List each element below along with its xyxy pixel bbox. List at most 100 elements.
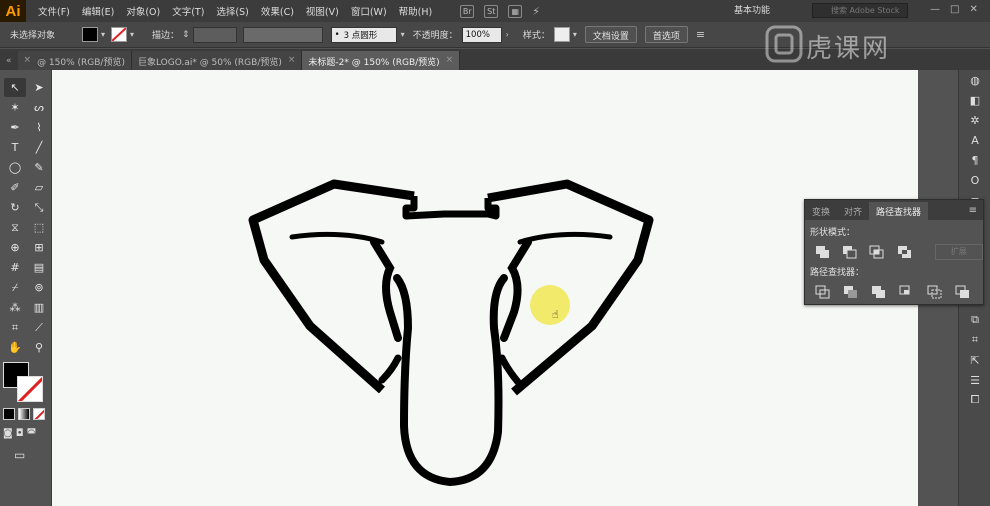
exclude-icon[interactable]: [895, 243, 914, 260]
screen-mode-icon[interactable]: ▭: [14, 448, 25, 462]
menu-object[interactable]: 对象(O): [126, 4, 160, 18]
tab-transform[interactable]: 变换: [805, 202, 837, 220]
paragraph-panel-icon[interactable]: ¶: [959, 150, 990, 170]
chevron-down-icon[interactable]: ▾: [130, 30, 134, 39]
curvature-tool-icon[interactable]: ⌇: [28, 118, 50, 137]
zoom-tool-icon[interactable]: ⚲: [28, 338, 50, 357]
scale-tool-icon[interactable]: ⤡: [28, 198, 50, 217]
eraser-tool-icon[interactable]: ▱: [28, 178, 50, 197]
menu-select[interactable]: 选择(S): [216, 4, 248, 18]
opacity-field[interactable]: 100%: [461, 26, 502, 43]
tab-close-icon[interactable]: ×: [24, 55, 32, 70]
swatches-panel-icon[interactable]: ◧: [959, 90, 990, 110]
color-mode-icon[interactable]: [3, 408, 15, 420]
close-icon[interactable]: ✕: [969, 4, 977, 15]
crop-icon[interactable]: [897, 283, 917, 300]
none-mode-icon[interactable]: [33, 408, 45, 420]
slice-tool-icon[interactable]: ⟋: [28, 318, 50, 337]
panel-menu-icon[interactable]: ≡: [969, 205, 977, 216]
menu-view[interactable]: 视图(V): [306, 4, 339, 18]
minus-back-icon[interactable]: [953, 283, 973, 300]
tab-document-1[interactable]: × @ 150% (RGB/预览): [17, 51, 132, 70]
intersect-icon[interactable]: [868, 243, 887, 260]
tab-document-3[interactable]: 未标题-2* @ 150% (RGB/预览) ×: [302, 51, 461, 70]
collapse-panels-icon[interactable]: «: [0, 56, 18, 70]
menu-effect[interactable]: 效果(C): [261, 4, 294, 18]
expand-button[interactable]: 扩展: [934, 243, 983, 260]
tab-close-icon[interactable]: ×: [446, 55, 454, 70]
document-setup-button[interactable]: 文档设置: [584, 26, 637, 43]
draw-normal-icon[interactable]: ◙: [3, 428, 13, 439]
stroke-weight-field[interactable]: [192, 26, 237, 43]
outline-icon[interactable]: [925, 283, 945, 300]
width-tool-icon[interactable]: ⧖: [4, 218, 26, 237]
draw-behind-icon[interactable]: ◘: [16, 428, 24, 439]
hand-tool-icon[interactable]: ✋: [4, 338, 26, 357]
free-transform-tool-icon[interactable]: ⬚: [28, 218, 50, 237]
fill-stroke-widget[interactable]: [3, 362, 47, 404]
artboards-panel-icon[interactable]: ⧠: [959, 390, 990, 410]
artboard-canvas[interactable]: [52, 70, 918, 506]
perspective-grid-tool-icon[interactable]: ⊞: [28, 238, 50, 257]
minimize-icon[interactable]: —: [930, 4, 940, 15]
bridge-icon[interactable]: Br: [460, 4, 475, 18]
tab-close-icon[interactable]: ×: [288, 55, 296, 70]
column-graph-tool-icon[interactable]: ▥: [28, 298, 50, 317]
rotate-tool-icon[interactable]: ↻: [4, 198, 26, 217]
elephant-logo-artwork[interactable]: [52, 70, 918, 506]
stroke-color-box[interactable]: [17, 376, 43, 402]
tab-align[interactable]: 对齐: [837, 202, 869, 220]
lasso-tool-icon[interactable]: ᔕ: [28, 98, 50, 117]
tab-pathfinder[interactable]: 路径查找器: [869, 202, 929, 220]
magic-wand-tool-icon[interactable]: ✶: [4, 98, 26, 117]
draw-inside-icon[interactable]: ◚: [27, 428, 37, 439]
selection-tool-icon[interactable]: ↖: [4, 78, 26, 97]
pathfinder-panel-icon[interactable]: ⧉: [959, 310, 990, 330]
stroke-weight-stepper-icon[interactable]: ⇕: [182, 30, 190, 40]
stock-search-input[interactable]: 搜索 Adobe Stock: [812, 3, 908, 18]
shaper-tool-icon[interactable]: ✐: [4, 178, 26, 197]
type-tool-icon[interactable]: T: [4, 138, 26, 157]
chevron-down-icon[interactable]: ▾: [401, 30, 405, 39]
chevron-right-icon[interactable]: ›: [506, 30, 509, 39]
trim-icon[interactable]: [841, 283, 861, 300]
artboard-tool-icon[interactable]: ⌗: [4, 318, 26, 337]
unite-icon[interactable]: [813, 243, 832, 260]
menu-help[interactable]: 帮助(H): [399, 4, 433, 18]
menu-window[interactable]: 窗口(W): [351, 4, 387, 18]
symbols-panel-icon[interactable]: ✲: [959, 110, 990, 130]
gradient-mode-icon[interactable]: [18, 408, 30, 420]
symbol-sprayer-tool-icon[interactable]: ⁂: [4, 298, 26, 317]
export-panel-icon[interactable]: ⇱: [959, 350, 990, 370]
stroke-swatch[interactable]: [111, 27, 128, 42]
pen-tool-icon[interactable]: ✒: [4, 118, 26, 137]
mesh-tool-icon[interactable]: #: [4, 258, 26, 277]
stock-icon[interactable]: St: [484, 4, 499, 18]
arrange-documents-icon[interactable]: ▦: [508, 4, 523, 18]
workspace-switcher[interactable]: 基本功能: [734, 3, 770, 16]
color-panel-icon[interactable]: ◍: [959, 70, 990, 90]
align-icon[interactable]: ≡: [696, 28, 705, 41]
minus-front-icon[interactable]: [840, 243, 859, 260]
maximize-icon[interactable]: □: [950, 4, 959, 15]
line-tool-icon[interactable]: ╱: [28, 138, 50, 157]
preferences-button[interactable]: 首选项: [644, 26, 688, 43]
layers-panel-icon[interactable]: ☰: [959, 370, 990, 390]
menu-type[interactable]: 文字(T): [172, 4, 204, 18]
fill-swatch[interactable]: [82, 27, 98, 42]
chevron-down-icon[interactable]: ▾: [101, 30, 105, 39]
brush-definition-field[interactable]: • 3 点圆形: [330, 26, 397, 43]
character-panel-icon[interactable]: A: [959, 130, 990, 150]
direct-selection-tool-icon[interactable]: ➤: [28, 78, 50, 97]
graphic-style-swatch[interactable]: [553, 27, 570, 42]
variable-width-field[interactable]: [242, 26, 323, 43]
shape-builder-tool-icon[interactable]: ⊕: [4, 238, 26, 257]
merge-icon[interactable]: [869, 283, 889, 300]
menu-file[interactable]: 文件(F): [38, 4, 70, 18]
paintbrush-tool-icon[interactable]: ✎: [28, 158, 50, 177]
gpu-performance-icon[interactable]: ⚡: [532, 5, 540, 18]
transform-panel-icon[interactable]: ⌗: [959, 330, 990, 350]
ellipse-tool-icon[interactable]: ◯: [4, 158, 26, 177]
menu-edit[interactable]: 编辑(E): [82, 4, 114, 18]
divide-icon[interactable]: [813, 283, 833, 300]
